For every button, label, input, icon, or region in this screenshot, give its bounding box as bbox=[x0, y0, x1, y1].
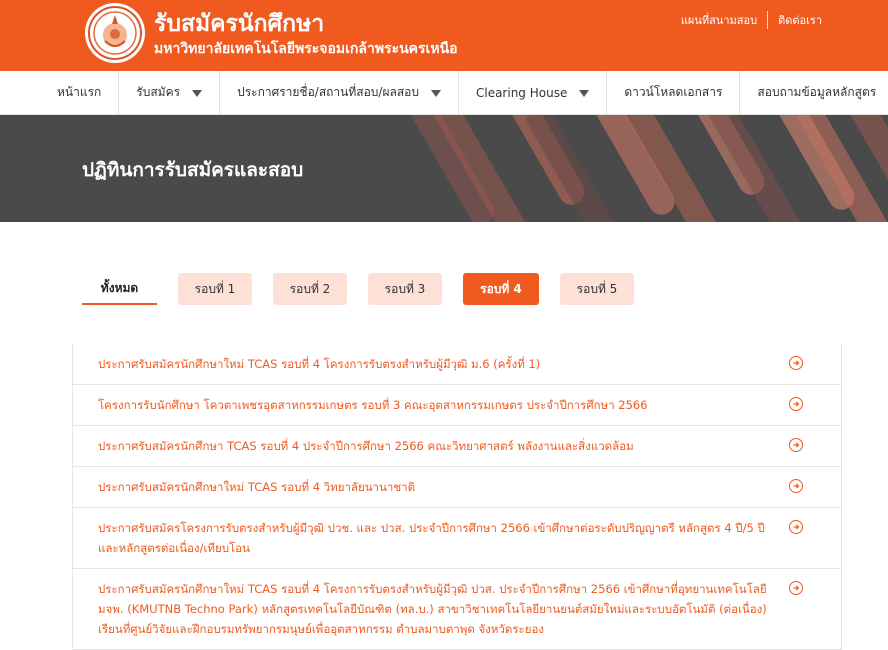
list-item[interactable]: โครงการรับนักศึกษา โควตาเพชรอุตสาหกรรมเก… bbox=[73, 385, 841, 426]
list-item[interactable]: ประกาศรับสมัครนักศึกษาใหม่ TCAS รอบที่ 4… bbox=[73, 467, 841, 508]
nav-item-apply[interactable]: รับสมัคร bbox=[119, 71, 221, 114]
list-item[interactable]: ประกาศรับสมัครนักศึกษาใหม่ TCAS รอบที่ 4… bbox=[73, 344, 841, 385]
arrow-right-circle-icon[interactable] bbox=[789, 520, 803, 534]
page-title: ปฏิทินการรับสมัครและสอบ bbox=[82, 159, 304, 181]
tab-round-2[interactable]: รอบที่ 2 bbox=[273, 273, 347, 305]
arrow-right-circle-icon[interactable] bbox=[789, 356, 803, 370]
nav-item-label: หน้าแรก bbox=[57, 85, 102, 99]
map-exam-venue-link[interactable]: แผนที่สนามสอบ bbox=[681, 11, 757, 29]
site-title[interactable]: รับสมัครนักศึกษา bbox=[154, 6, 324, 42]
caret-down-icon bbox=[192, 90, 203, 97]
announcement-title: ประกาศรับสมัครนักศึกษาใหม่ TCAS รอบที่ 4… bbox=[98, 480, 416, 494]
nav-item-clearing-house[interactable]: Clearing House bbox=[459, 71, 608, 114]
nav-item-announcements[interactable]: ประกาศรายชื่อ/สถานที่สอบ/ผลสอบ bbox=[220, 71, 459, 114]
university-seal-logo[interactable] bbox=[85, 3, 145, 63]
list-item[interactable]: ประกาศรับสมัครโครงการรับตรงสำหรับผู้มีวุ… bbox=[73, 508, 841, 569]
announcement-list: ประกาศรับสมัครนักศึกษาใหม่ TCAS รอบที่ 4… bbox=[72, 344, 842, 650]
nav-item-label: ประกาศรายชื่อ/สถานที่สอบ/ผลสอบ bbox=[237, 85, 419, 99]
round-tabs: ทั้งหมด รอบที่ 1 รอบที่ 2 รอบที่ 3 รอบที… bbox=[82, 273, 655, 305]
nav-item-label: รับสมัคร bbox=[136, 85, 181, 99]
nav-item-label: ดาวน์โหลดเอกสาร bbox=[624, 85, 723, 99]
announcement-title: ประกาศรับสมัครโครงการรับตรงสำหรับผู้มีวุ… bbox=[98, 521, 765, 555]
list-item[interactable]: ประกาศรับสมัครนักศึกษาใหม่ TCAS รอบที่ 4… bbox=[73, 569, 841, 650]
nav-item-label: สอบถามข้อมูลหลักสูตร bbox=[757, 85, 877, 99]
nav-item-label: Clearing House bbox=[475, 85, 568, 100]
tab-round-1[interactable]: รอบที่ 1 bbox=[178, 273, 252, 305]
caret-down-icon bbox=[579, 90, 590, 97]
arrow-right-circle-icon[interactable] bbox=[789, 479, 803, 493]
arrow-right-circle-icon[interactable] bbox=[789, 438, 803, 452]
tab-round-4[interactable]: รอบที่ 4 bbox=[463, 273, 539, 305]
tab-round-3[interactable]: รอบที่ 3 bbox=[368, 273, 442, 305]
nav-item-downloads[interactable]: ดาวน์โหลดเอกสาร bbox=[607, 71, 741, 114]
page-banner: ปฏิทินการรับสมัครและสอบ bbox=[0, 115, 888, 222]
nav-item-course-info[interactable]: สอบถามข้อมูลหลักสูตร bbox=[740, 71, 888, 114]
tab-all[interactable]: ทั้งหมด bbox=[82, 273, 157, 305]
link-divider bbox=[767, 11, 769, 29]
announcement-title: ประกาศรับสมัครนักศึกษาใหม่ TCAS รอบที่ 4… bbox=[98, 582, 767, 636]
announcement-title: โครงการรับนักศึกษา โควตาเพชรอุตสาหกรรมเก… bbox=[98, 398, 648, 412]
contact-link[interactable]: ติดต่อเรา bbox=[778, 11, 822, 29]
announcement-title: ประกาศรับสมัครนักศึกษา TCAS รอบที่ 4 ประ… bbox=[98, 439, 634, 453]
top-links: แผนที่สนามสอบ ติดต่อเรา bbox=[681, 11, 822, 29]
arrow-right-circle-icon[interactable] bbox=[789, 397, 803, 411]
university-name: มหาวิทยาลัยเทคโนโลยีพระจอมเกล้าพระนครเหน… bbox=[154, 41, 458, 57]
tab-round-5[interactable]: รอบที่ 5 bbox=[560, 273, 634, 305]
caret-down-icon bbox=[430, 90, 441, 97]
announcement-title: ประกาศรับสมัครนักศึกษาใหม่ TCAS รอบที่ 4… bbox=[98, 357, 541, 371]
main-nav: หน้าแรก รับสมัคร ประกาศรายชื่อ/สถานที่สอ… bbox=[0, 71, 888, 115]
arrow-right-circle-icon[interactable] bbox=[789, 581, 803, 595]
site-header: รับสมัครนักศึกษา มหาวิทยาลัยเทคโนโลยีพระ… bbox=[0, 0, 888, 71]
list-item[interactable]: ประกาศรับสมัครนักศึกษา TCAS รอบที่ 4 ประ… bbox=[73, 426, 841, 467]
nav-item-home[interactable]: หน้าแรก bbox=[40, 71, 120, 114]
